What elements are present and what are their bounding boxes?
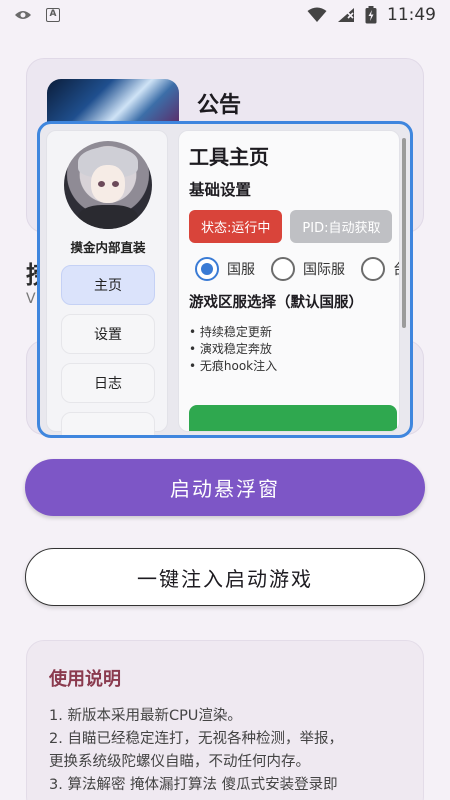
nav-item-log[interactable]: 日志 [61,363,155,403]
nav-item-more[interactable] [61,412,155,435]
feature-item: • 演戏稳定奔放 [189,342,272,356]
usage-card: 使用说明 1. 新版本采用最新CPU渲染。 2. 自瞄已经稳定连打，无视各种检测… [26,640,424,800]
radio-label: 台服 [393,259,399,279]
radio-tw-server[interactable]: 台服 [355,257,399,281]
usage-line: 3. 算法解密 掩体漏打算法 傻瓜式安装登录即 [49,777,338,793]
feature-list: • 持续稳定更新 • 演戏稳定奔放 • 无痕hook注入 [189,324,389,375]
inject-start-game-button[interactable]: 一键注入启动游戏 [25,548,425,606]
region-title: 游戏区服选择（默认国服） [189,295,363,311]
pid-badge: PID:自动获取 [290,210,393,243]
basic-settings-heading: 基础设置 [189,181,252,199]
usage-title: 使用说明 [49,669,121,690]
eye-icon [15,11,31,19]
floating-sidebar: 摸金内部直装 主页 设置 日志 [46,130,168,435]
scrollbar[interactable] [402,138,406,328]
radio-unchecked-icon [361,257,385,281]
status-bar: A 11:49 [0,0,450,30]
floating-content: 工具主页 基础设置 状态:运行中 PID:自动获取 国服 国际服 台服 游戏区服… [178,130,400,432]
radio-label: 国服 [227,262,255,278]
battery-icon [365,6,377,24]
announcement-title: 公告 [197,93,242,118]
radio-label: 国际服 [303,262,345,278]
nav-item-settings[interactable]: 设置 [61,314,155,354]
usage-line: 1. 新版本采用最新CPU渲染。 [49,708,242,724]
feature-item: • 持续稳定更新 [189,325,272,339]
avatar [64,141,152,229]
floating-window[interactable]: 摸金内部直装 主页 设置 日志 工具主页 基础设置 状态:运行中 PID:自动获… [37,121,413,438]
clock: 11:49 [387,5,436,25]
radio-unchecked-icon [271,257,295,281]
start-float-window-button[interactable]: 启动悬浮窗 [25,459,425,516]
sidebar-nav: 主页 设置 日志 [61,265,155,435]
app-name: 摸金内部直装 [70,240,146,255]
radio-checked-icon [195,257,219,281]
green-action-button[interactable] [189,405,397,431]
radio-intl-server[interactable]: 国际服 [265,257,345,281]
a-badge-icon: A [46,8,60,22]
status-badge: 状态:运行中 [189,210,283,243]
usage-line: 2. 自瞄已经稳定连打，无视各种检测，举报， [49,731,343,747]
server-radio-group: 国服 国际服 台服 [189,257,399,281]
signal-icon [338,8,354,22]
nav-item-home[interactable]: 主页 [61,265,155,305]
feature-item: • 无痕hook注入 [189,359,278,373]
content-title: 工具主页 [189,145,269,169]
wifi-icon [307,7,327,22]
version-text: V [26,291,36,307]
radio-cn-server[interactable]: 国服 [189,257,255,281]
usage-line: 更换系统级陀螺仪自瞄，不动任何内存。 [49,754,310,770]
